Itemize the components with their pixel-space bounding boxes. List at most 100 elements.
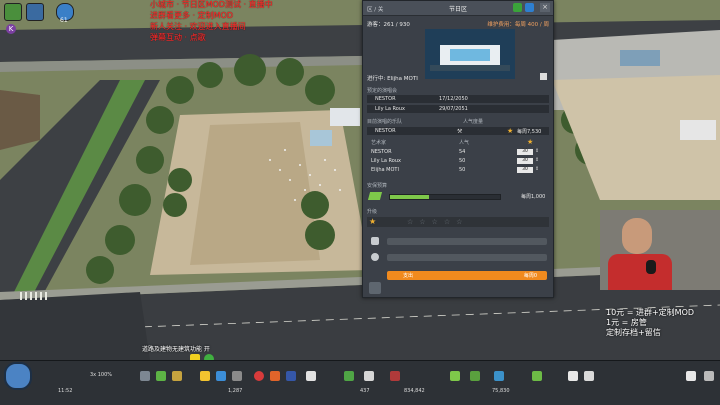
artists-header-popularity: 人气 xyxy=(459,140,470,146)
visitors-label: 游客：261 / 930 xyxy=(367,22,410,28)
artists-header-artist: 艺术家 xyxy=(371,140,387,146)
mic-icon[interactable] xyxy=(371,253,379,261)
time-dial[interactable] xyxy=(4,362,32,390)
bulldoze-tool-icon[interactable] xyxy=(686,371,696,381)
bulldoze-icon[interactable] xyxy=(369,282,381,294)
artist-popularity: 50 xyxy=(459,158,466,164)
district-icon[interactable] xyxy=(172,371,182,381)
settings-icon[interactable] xyxy=(704,371,714,381)
security-icon xyxy=(367,192,383,200)
security-budget-fill xyxy=(390,195,429,199)
artist-popularity: 50 xyxy=(459,167,466,173)
current-band-name: NESTOR xyxy=(375,128,396,134)
policy-icon[interactable] xyxy=(494,371,504,381)
stepper-icon[interactable]: ⇕ xyxy=(535,157,539,163)
upcoming-title: 预定的演唱会 xyxy=(367,88,398,94)
artist-row: Elijha MOTI 50 30 ⇕ xyxy=(367,166,549,175)
k-badge[interactable]: K xyxy=(6,24,16,34)
current-band-cost: 每周7,530 xyxy=(517,129,542,135)
stat-a: 437 xyxy=(360,388,370,394)
artist-row: Lily La Roux 50 30 ⇕ xyxy=(367,157,549,166)
security-cost: 每周1,000 xyxy=(521,194,546,200)
now-playing-label: 进行中: Elijha MOTI xyxy=(367,76,418,82)
pay-label: 支出 xyxy=(403,273,414,279)
schedule-row: Lily La Roux 29/07/2051 xyxy=(367,105,549,113)
band-popularity-label: 人气度量 xyxy=(463,119,484,125)
band-section-title: 目前演唱的乐队 xyxy=(367,119,403,125)
maintenance-label: 维护费用：每周 400 / 周 xyxy=(487,22,549,28)
location-icon[interactable] xyxy=(513,3,522,12)
budget-icon[interactable] xyxy=(525,3,534,12)
overlay-line-4: 弹幕互动 · 点歌 xyxy=(150,33,206,42)
city-scene[interactable] xyxy=(0,0,720,404)
building-hint: 道路及建物无建筑功能 开 xyxy=(142,346,210,353)
option-dropdown-2[interactable] xyxy=(387,254,547,261)
schedule-date: 17/12/2050 xyxy=(439,96,468,102)
health-icon[interactable] xyxy=(254,371,264,381)
webcam-feed xyxy=(600,210,720,290)
speaker-icon[interactable] xyxy=(371,237,379,245)
artist-name: NESTOR xyxy=(371,149,392,155)
streamer-head xyxy=(622,218,652,254)
zoning-icon[interactable] xyxy=(156,371,166,381)
economy-icon[interactable] xyxy=(532,371,542,381)
close-icon[interactable]: × xyxy=(540,3,550,12)
info-views-button[interactable] xyxy=(4,3,22,21)
photo-icon[interactable] xyxy=(584,371,594,381)
artist-name: Elijha MOTI xyxy=(371,167,399,173)
schedule-name: NESTOR xyxy=(375,96,396,102)
star-icon: ★ xyxy=(507,127,514,135)
microphone xyxy=(646,260,656,274)
artist-popularity: 54 xyxy=(459,149,466,155)
schedule-row: NESTOR 17/12/2050 xyxy=(367,95,549,103)
artist-fee-input[interactable]: 30 xyxy=(517,149,533,155)
pay-button[interactable]: 支出 每周0 xyxy=(387,271,547,280)
fire-icon[interactable] xyxy=(270,371,280,381)
money-display: 834,842 xyxy=(404,388,425,394)
decor-icon[interactable] xyxy=(450,371,460,381)
overlay-line-1: 小城市 · 节日区MOD测试 · 直播中 xyxy=(150,0,273,9)
chirper-count: 61 xyxy=(60,17,68,24)
current-band-row[interactable]: NESTOR ⚒ ★ 每周7,530 xyxy=(367,127,549,135)
schedule-name: Lily La Roux xyxy=(375,106,405,112)
water-icon[interactable] xyxy=(216,371,226,381)
landscape-icon[interactable] xyxy=(470,371,480,381)
clock-display: 11:52 xyxy=(58,388,73,394)
transport-icon[interactable] xyxy=(364,371,374,381)
stepper-icon[interactable]: ⇕ xyxy=(535,166,539,172)
speed-display[interactable]: 3x 100% xyxy=(90,372,112,378)
panel-header[interactable]: 区 / 关 节日区 × xyxy=(363,1,553,16)
parks-icon[interactable] xyxy=(344,371,354,381)
education-icon[interactable] xyxy=(306,371,316,381)
roads-icon[interactable] xyxy=(140,371,150,381)
upgrade-stars: ☆☆☆☆☆ xyxy=(407,218,469,226)
promo-line-1: 10元 = 进群+定制MOD xyxy=(606,308,695,317)
visitors-row: 游客：261 / 930 维护费用：每周 400 / 周 xyxy=(367,19,549,28)
security-title: 安保预算 xyxy=(367,183,388,189)
electricity-icon[interactable] xyxy=(200,371,210,381)
stepper-icon[interactable]: ⇕ xyxy=(535,148,539,154)
festival-district-panel: 区 / 关 节日区 × 游客：261 / 930 维护费用：每周 400 / 周… xyxy=(362,0,554,298)
artists-header-star-icon: ★ xyxy=(527,138,534,146)
wonders-icon[interactable] xyxy=(390,371,400,381)
police-icon[interactable] xyxy=(286,371,296,381)
garbage-icon[interactable] xyxy=(232,371,242,381)
wrench-icon: ⚒ xyxy=(457,128,463,135)
area-icon[interactable] xyxy=(568,371,578,381)
upgrade-title: 升级 xyxy=(367,209,378,215)
festival-stage-image xyxy=(425,29,515,79)
upgrade-row: ★ ☆☆☆☆☆ xyxy=(367,217,549,227)
artist-fee-input[interactable]: 30 xyxy=(517,167,533,173)
overlay-line-3: 新人关注 · 欢迎进入直播间 xyxy=(150,22,246,31)
stat-b: 1,287 xyxy=(228,388,243,394)
overlay-line-2: 进群看更多 · 定制MOD xyxy=(150,11,233,20)
expand-icon[interactable] xyxy=(540,73,547,80)
promo-line-2: 1元 = 房管 xyxy=(606,318,647,327)
promo-line-3: 定制存档+留信 xyxy=(606,328,661,337)
unlock-button[interactable] xyxy=(26,3,44,21)
artist-fee-input[interactable]: 30 xyxy=(517,158,533,164)
security-budget-slider[interactable] xyxy=(389,194,501,200)
streamer-shirt xyxy=(608,254,672,290)
option-dropdown-1[interactable] xyxy=(387,238,547,245)
now-playing-row: 进行中: Elijha MOTI xyxy=(367,73,549,82)
